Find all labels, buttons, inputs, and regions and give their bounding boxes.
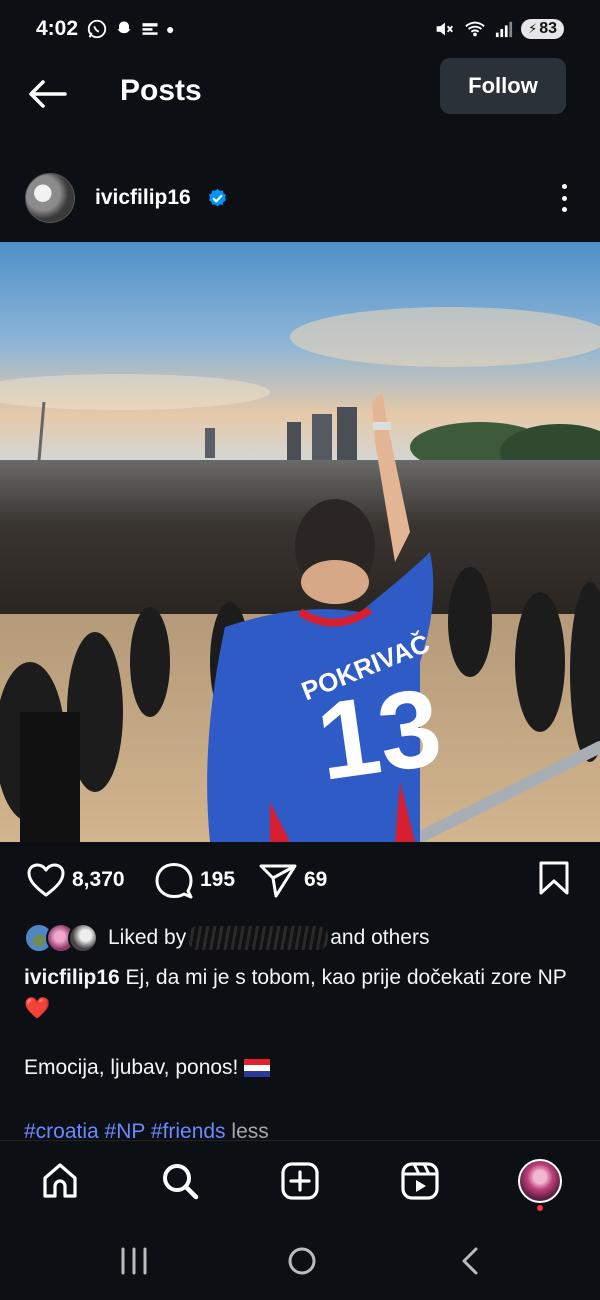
liked-by-text: Liked by and others	[108, 926, 429, 950]
message-icon	[142, 23, 158, 35]
signal-icon	[495, 21, 513, 38]
like-action[interactable]: 8,370	[26, 856, 125, 904]
battery-indicator: ⚡ 83	[521, 19, 564, 39]
top-header: Posts Follow	[0, 58, 600, 130]
liked-by[interactable]: Liked by and others	[24, 920, 429, 956]
nav-profile[interactable]	[518, 1159, 562, 1211]
recent-apps-icon[interactable]	[119, 1247, 149, 1275]
bookmark-icon[interactable]	[538, 860, 570, 896]
post-actions: 8,370 195 69	[0, 856, 600, 904]
comment-action[interactable]: 195	[154, 856, 235, 904]
snapchat-icon	[117, 21, 131, 34]
nav-home[interactable]	[38, 1159, 82, 1203]
liked-avatars	[24, 923, 98, 953]
heart-icon[interactable]	[26, 862, 66, 898]
more-vertical-icon	[561, 184, 567, 189]
status-bar: 4:02 ● ⚡ 83	[0, 0, 600, 58]
nav-reels[interactable]	[398, 1159, 442, 1203]
create-plus-icon[interactable]	[280, 1161, 320, 1201]
chevron-left-icon[interactable]	[458, 1246, 482, 1276]
save-button[interactable]	[538, 860, 570, 901]
whatsapp-icon	[87, 19, 107, 39]
dot-indicator: ●	[166, 21, 175, 37]
caption-line2-text: Emocija, ljubav, ponos!	[24, 1056, 239, 1079]
system-back-button[interactable]	[450, 1246, 490, 1276]
more-options-button[interactable]	[556, 182, 572, 214]
arrow-left-icon	[29, 80, 67, 108]
author-username[interactable]: ivicfilip16	[95, 186, 191, 210]
caption-username[interactable]: ivicfilip16	[24, 966, 120, 989]
notification-icons: ●	[86, 18, 175, 40]
caption-text: Ej, da mi je s tobom, kao prije dočekati…	[119, 966, 567, 989]
nav-create[interactable]	[278, 1159, 322, 1203]
jersey-number: 13	[309, 665, 449, 804]
post-caption: ivicfilip16 Ej, da mi je s tobom, kao pr…	[24, 962, 584, 1024]
back-button[interactable]	[26, 74, 68, 114]
less-link[interactable]: less	[231, 1120, 268, 1140]
verified-badge-icon	[208, 188, 227, 207]
comment-count: 195	[200, 868, 236, 891]
nav-search[interactable]	[158, 1159, 202, 1203]
post-header: ivicfilip16	[0, 170, 600, 226]
comment-bubble-icon[interactable]	[154, 861, 194, 899]
mute-icon	[436, 22, 454, 36]
page-title: Posts	[120, 74, 202, 107]
croatia-flag	[244, 1059, 271, 1077]
redacted-username	[188, 926, 329, 950]
charging-icon: ⚡	[528, 21, 538, 36]
search-icon[interactable]	[160, 1161, 200, 1201]
caption-heart-emoji: ❤️	[24, 997, 51, 1020]
status-time: 4:02	[36, 17, 79, 40]
post-image	[0, 242, 600, 842]
like-count: 8,370	[72, 868, 125, 891]
status-right-icons: ⚡ 83	[433, 18, 564, 40]
system-navigation	[0, 1222, 600, 1300]
home-button[interactable]	[282, 1246, 322, 1276]
home-circle-icon[interactable]	[287, 1246, 317, 1276]
liker-avatar	[68, 923, 98, 953]
follow-button[interactable]: Follow	[440, 58, 566, 114]
author-avatar[interactable]	[25, 173, 75, 223]
liked-by-prefix: Liked by	[108, 926, 187, 949]
caption-second-line: Emocija, ljubav, ponos!	[24, 1056, 271, 1080]
paper-plane-icon[interactable]	[258, 861, 298, 899]
hashtags: #croatia #NP #friends less	[24, 1120, 269, 1140]
liked-by-suffix: and others	[330, 926, 430, 949]
hashtag-links[interactable]: #croatia #NP #friends	[24, 1120, 226, 1140]
share-action[interactable]: 69	[258, 856, 327, 904]
post-photo[interactable]: POKRIVAČ 13	[0, 242, 600, 842]
notification-dot	[537, 1205, 543, 1211]
wifi-icon	[465, 21, 485, 37]
bottom-navigation	[0, 1140, 600, 1222]
profile-avatar[interactable]	[518, 1159, 562, 1203]
battery-level: 83	[539, 20, 557, 37]
share-count: 69	[304, 868, 328, 891]
recent-apps-button[interactable]	[114, 1246, 154, 1276]
reels-icon[interactable]	[400, 1161, 440, 1201]
home-icon[interactable]	[40, 1161, 80, 1201]
